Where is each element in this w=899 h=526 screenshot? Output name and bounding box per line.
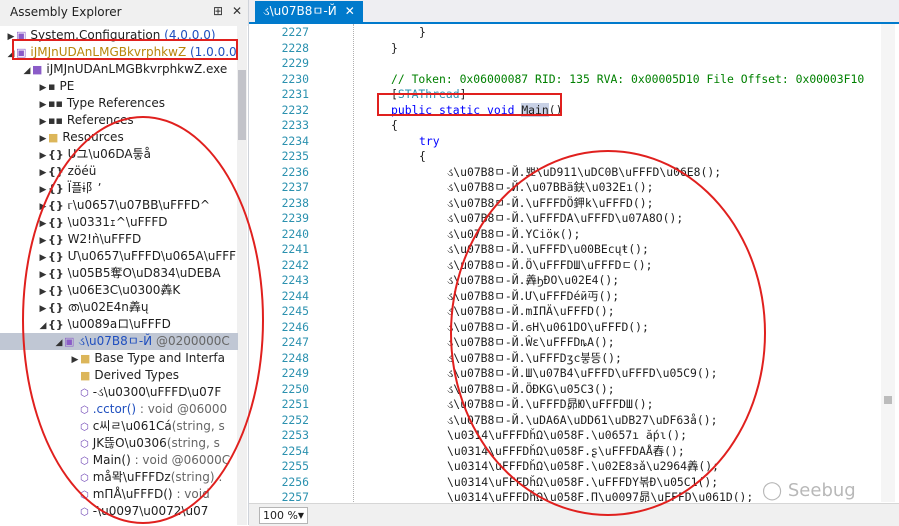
line-number: 2236 [281, 164, 309, 179]
code-line: 2234 try [249, 134, 440, 150]
line-number: 2257 [281, 490, 309, 502]
tab-active-class[interactable]: ડ\u07B8ㅁ-Й ✕ [255, 1, 363, 22]
code-token: { [419, 149, 426, 163]
line-number: 2233 [281, 118, 309, 132]
line-number: 2238 [281, 195, 309, 210]
annotation-oval-calls [450, 150, 766, 516]
pe-icon: ▪ [48, 80, 56, 93]
pin-icon[interactable]: ⊞ [213, 4, 223, 18]
line-number: 2237 [281, 180, 309, 194]
watermark: ◯ Seebug [762, 480, 856, 501]
code-text: try [309, 134, 440, 150]
module-icon: ■ [32, 63, 43, 76]
code-text: } [309, 25, 426, 41]
line-number: 2230 [281, 71, 309, 86]
tree-node-label: iJMJnUDAnLMGBkvrphkwZ.exe [46, 62, 228, 76]
seebug-logo-icon: ◯ [762, 480, 788, 501]
tree-node-label: PE [59, 79, 75, 93]
code-token: try [419, 133, 440, 148]
indent-guide [353, 24, 354, 502]
code-token: // Token: 0x06000087 RID: 135 RVA: 0x000… [391, 71, 865, 86]
tab-label: ડ\u07B8ㅁ-Й [263, 4, 337, 18]
line-number: 2240 [281, 226, 309, 241]
line-number: 2241 [281, 242, 309, 256]
code-line: 2227} [249, 25, 426, 41]
close-icon[interactable]: ✕ [345, 4, 355, 18]
namespace-icon: {} [48, 148, 64, 161]
code-line: 2230 // Token: 0x06000087 RID: 135 RVA: 0… [249, 71, 865, 88]
line-number: 2250 [281, 381, 309, 396]
line-number: 2251 [281, 397, 309, 411]
annotation-oval-namespaces [22, 116, 264, 524]
code-scrollbar[interactable] [881, 24, 895, 502]
code-line: 2233 { [249, 118, 398, 134]
line-number: 2256 [281, 474, 309, 489]
line-number: 2254 [281, 443, 309, 458]
line-number: 2252 [281, 412, 309, 427]
code-line: 2228} [249, 41, 398, 57]
line-number: 2228 [281, 40, 309, 55]
tab-strip: ડ\u07B8ㅁ-Й ✕ [249, 0, 899, 24]
field-icon: ⬡ [80, 507, 89, 518]
code-text: { [309, 149, 426, 165]
tree-node[interactable]: ◢ ■ iJMJnUDAnLMGBkvrphkwZ.exe [0, 61, 238, 78]
panel-title: Assembly Explorer [10, 5, 122, 19]
line-number: 2232 [281, 102, 309, 117]
line-number: 2231 [281, 87, 309, 101]
zoom-select[interactable]: 100 % ▼ [259, 507, 308, 524]
line-number: 2229 [281, 56, 309, 70]
annotation-box-main [377, 93, 562, 116]
line-number: 2239 [281, 211, 309, 225]
assembly-explorer-header: Assembly Explorer ⊞ ✕ [0, 0, 248, 26]
scroll-thumb[interactable] [884, 396, 892, 404]
chevron-down-icon: ▼ [297, 511, 304, 520]
code-token: } [391, 40, 398, 55]
annotation-box-assembly [12, 39, 238, 60]
line-number: 2253 [281, 428, 309, 442]
code-line: 2229 [249, 56, 363, 72]
line-number: 2227 [281, 25, 309, 39]
folder-icon: ■ [48, 131, 59, 144]
tree-node[interactable]: ▶ ▪ PE [0, 78, 238, 95]
type-references-icon: ▪▪ [48, 97, 63, 110]
line-number: 2235 [281, 149, 309, 163]
code-line: 2235 { [249, 149, 426, 165]
code-token: { [391, 118, 398, 132]
zoom-value: 100 % [263, 509, 298, 522]
close-icon[interactable]: ✕ [232, 4, 242, 18]
line-number: 2234 [281, 133, 309, 148]
line-number: 2255 [281, 459, 309, 473]
tree-node[interactable]: ▶ ▪▪ Type References [0, 95, 238, 112]
code-text: // Token: 0x06000087 RID: 135 RVA: 0x000… [309, 72, 864, 88]
code-token: } [419, 25, 426, 39]
references-icon: ▪▪ [48, 114, 63, 127]
tree-scrollbar-thumb[interactable] [238, 70, 246, 140]
tree-node-label: Type References [66, 96, 165, 110]
